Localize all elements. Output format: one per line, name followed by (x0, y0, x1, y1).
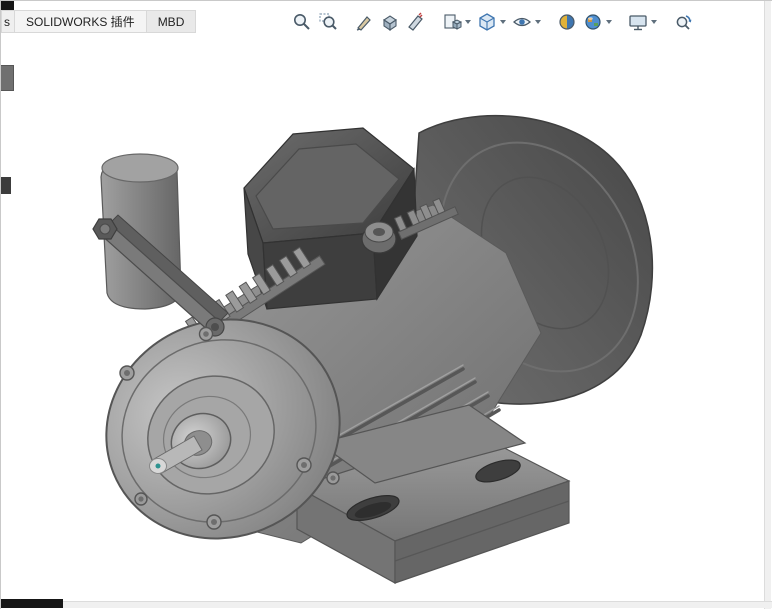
rotate-view-icon (673, 12, 693, 32)
toolbar-separator (341, 21, 350, 22)
toolbar-separator (615, 21, 624, 22)
right-edge-strip (764, 1, 771, 609)
annotation-tool-button[interactable] (351, 9, 376, 34)
zoom-to-area-button[interactable] (315, 9, 340, 34)
hide-show-items-icon (512, 12, 532, 32)
heads-up-view-toolbar (289, 9, 695, 34)
motor-3d-model[interactable] (1, 1, 772, 609)
edit-appearance-icon (557, 12, 577, 32)
3d-drawing-view-button[interactable] (377, 9, 402, 34)
ui-fragment-left-lower (1, 177, 11, 194)
command-manager-tabs: s SOLIDWORKS 插件 MBD (1, 10, 196, 33)
annotation-tool-icon (354, 12, 374, 32)
top-chrome: s SOLIDWORKS 插件 MBD (1, 1, 772, 41)
apply-scene-dropdown-arrow[interactable] (606, 20, 612, 24)
view-orientation-icon (442, 12, 462, 32)
view-settings-button[interactable] (625, 9, 650, 34)
display-style-button[interactable] (474, 9, 499, 34)
zoom-to-fit-button[interactable] (289, 9, 314, 34)
graphics-viewport[interactable] (1, 1, 772, 609)
edit-appearance-button[interactable] (554, 9, 579, 34)
3d-drawing-view-icon (380, 12, 400, 32)
rotate-view-button[interactable] (670, 9, 695, 34)
bottom-edge-strip (1, 601, 772, 608)
section-view-icon (406, 12, 426, 32)
tab-mbd[interactable]: MBD (147, 10, 197, 33)
shaft-center-mark (156, 464, 161, 469)
view-orientation-button[interactable] (439, 9, 464, 34)
apply-scene-icon (583, 12, 603, 32)
apply-scene-button[interactable] (580, 9, 605, 34)
tab-partial-left[interactable]: s (1, 10, 15, 33)
display-style-icon (477, 12, 497, 32)
tab-solidworks-addins[interactable]: SOLIDWORKS 插件 (15, 10, 147, 33)
ui-fragment-bottomleft (1, 599, 63, 608)
toolbar-separator (544, 21, 553, 22)
view-settings-icon (628, 12, 648, 32)
zoom-to-fit-icon (292, 12, 312, 32)
toolbar-separator (660, 21, 669, 22)
hide-show-items-button[interactable] (509, 9, 534, 34)
view-orientation-dropdown-arrow[interactable] (465, 20, 471, 24)
zoom-to-area-icon (318, 12, 338, 32)
hide-show-items-dropdown-arrow[interactable] (535, 20, 541, 24)
view-settings-dropdown-arrow[interactable] (651, 20, 657, 24)
display-style-dropdown-arrow[interactable] (500, 20, 506, 24)
toolbar-separator (429, 21, 438, 22)
section-view-button[interactable] (403, 9, 428, 34)
ui-fragment-left-upper (1, 65, 14, 91)
cable-gland[interactable] (362, 222, 396, 253)
solidworks-window: s SOLIDWORKS 插件 MBD (0, 0, 772, 609)
